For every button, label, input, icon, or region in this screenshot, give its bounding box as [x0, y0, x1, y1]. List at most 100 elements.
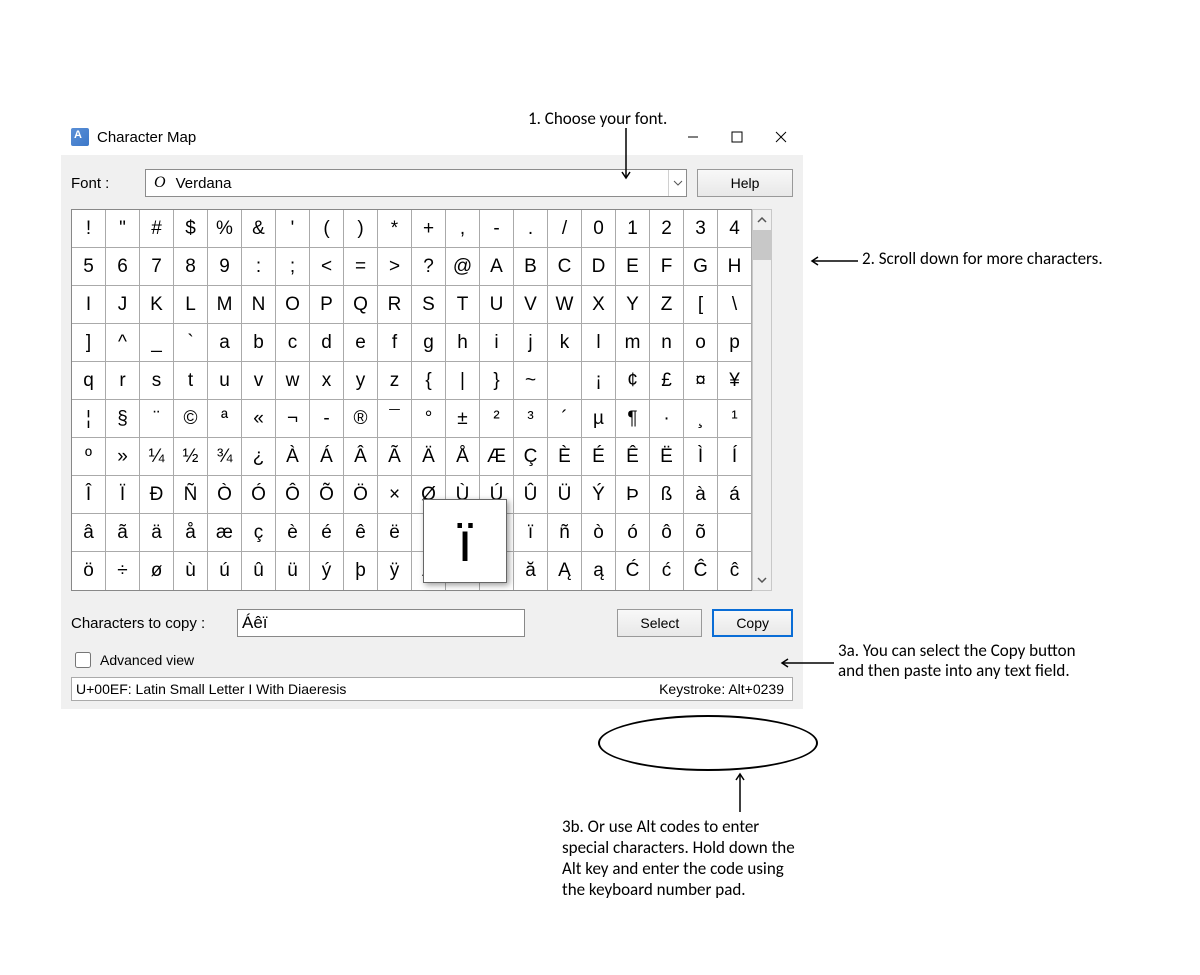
- character-cell[interactable]: o: [684, 324, 718, 362]
- character-cell[interactable]: Û: [514, 476, 548, 514]
- character-cell[interactable]: Y: [616, 286, 650, 324]
- character-cell[interactable]: v: [242, 362, 276, 400]
- maximize-button[interactable]: [715, 122, 759, 152]
- character-cell[interactable]: O: [276, 286, 310, 324]
- character-cell[interactable]: =: [344, 248, 378, 286]
- character-cell[interactable]: Ì: [684, 438, 718, 476]
- characters-to-copy-input[interactable]: [237, 609, 525, 637]
- character-cell[interactable]: D: [582, 248, 616, 286]
- character-cell[interactable]: £: [650, 362, 684, 400]
- character-cell[interactable]: ë: [378, 514, 412, 552]
- character-cell[interactable]: /: [548, 210, 582, 248]
- character-cell[interactable]: Å: [446, 438, 480, 476]
- character-cell[interactable]: û: [242, 552, 276, 590]
- character-cell[interactable]: 2: [650, 210, 684, 248]
- character-cell[interactable]: µ: [582, 400, 616, 438]
- character-cell[interactable]: t: [174, 362, 208, 400]
- character-cell[interactable]: º: [72, 438, 106, 476]
- character-cell[interactable]: ¶: [616, 400, 650, 438]
- character-cell[interactable]: x: [310, 362, 344, 400]
- character-cell[interactable]: ^: [106, 324, 140, 362]
- character-cell[interactable]: È: [548, 438, 582, 476]
- character-cell[interactable]: d: [310, 324, 344, 362]
- character-cell[interactable]: ć: [650, 552, 684, 590]
- character-cell[interactable]: ]: [72, 324, 106, 362]
- character-cell[interactable]: <: [310, 248, 344, 286]
- character-cell[interactable]: 4: [718, 210, 752, 248]
- character-cell[interactable]: Ç: [514, 438, 548, 476]
- scroll-track[interactable]: [753, 230, 771, 570]
- character-cell[interactable]: ±: [446, 400, 480, 438]
- scroll-down-button[interactable]: [753, 570, 771, 590]
- character-cell[interactable]: Ó: [242, 476, 276, 514]
- character-cell[interactable]: ×: [378, 476, 412, 514]
- character-cell[interactable]: N: [242, 286, 276, 324]
- character-cell[interactable]: 5: [72, 248, 106, 286]
- character-cell[interactable]: J: [106, 286, 140, 324]
- character-cell[interactable]: $: [174, 210, 208, 248]
- character-cell[interactable]: u: [208, 362, 242, 400]
- character-cell[interactable]: °: [412, 400, 446, 438]
- character-cell[interactable]: %: [208, 210, 242, 248]
- character-cell[interactable]: ç: [242, 514, 276, 552]
- character-cell[interactable]: h: [446, 324, 480, 362]
- character-cell[interactable]: ñ: [548, 514, 582, 552]
- character-cell[interactable]: G: [684, 248, 718, 286]
- character-cell[interactable]: ?: [412, 248, 446, 286]
- character-cell[interactable]: ê: [344, 514, 378, 552]
- character-cell[interactable]: Ô: [276, 476, 310, 514]
- minimize-button[interactable]: [671, 122, 715, 152]
- character-cell[interactable]: #: [140, 210, 174, 248]
- character-cell[interactable]: 9: [208, 248, 242, 286]
- character-cell[interactable]: å: [174, 514, 208, 552]
- character-cell[interactable]: Z: [650, 286, 684, 324]
- character-cell[interactable]: !: [72, 210, 106, 248]
- character-cell[interactable]: ': [276, 210, 310, 248]
- character-cell[interactable]: é: [310, 514, 344, 552]
- character-cell[interactable]: ¿: [242, 438, 276, 476]
- character-cell[interactable]: 0: [582, 210, 616, 248]
- character-cell[interactable]: p: [718, 324, 752, 362]
- character-cell[interactable]: â: [72, 514, 106, 552]
- character-cell[interactable]: +: [412, 210, 446, 248]
- character-cell[interactable]: Ä: [412, 438, 446, 476]
- character-cell[interactable]: }: [480, 362, 514, 400]
- character-cell[interactable]: L: [174, 286, 208, 324]
- character-cell[interactable]: ²: [480, 400, 514, 438]
- character-cell[interactable]: z: [378, 362, 412, 400]
- character-cell[interactable]: ®: [344, 400, 378, 438]
- scrollbar[interactable]: [752, 209, 772, 591]
- character-cell[interactable]: ¡: [582, 362, 616, 400]
- character-cell[interactable]: >: [378, 248, 412, 286]
- character-cell[interactable]: |: [446, 362, 480, 400]
- character-cell[interactable]: Ê: [616, 438, 650, 476]
- character-cell[interactable]: ý: [310, 552, 344, 590]
- character-cell[interactable]: `: [174, 324, 208, 362]
- character-cell[interactable]: M: [208, 286, 242, 324]
- character-cell[interactable]: Ą: [548, 552, 582, 590]
- character-cell[interactable]: ½: [174, 438, 208, 476]
- character-cell[interactable]: Á: [310, 438, 344, 476]
- character-cell[interactable]: r: [106, 362, 140, 400]
- character-cell[interactable]: ¢: [616, 362, 650, 400]
- character-cell[interactable]: f: [378, 324, 412, 362]
- character-cell[interactable]: ò: [582, 514, 616, 552]
- character-cell[interactable]: ø: [140, 552, 174, 590]
- character-cell[interactable]: ": [106, 210, 140, 248]
- character-cell[interactable]: §: [106, 400, 140, 438]
- advanced-view-checkbox[interactable]: [75, 652, 91, 668]
- character-cell[interactable]: ă: [514, 552, 548, 590]
- character-cell[interactable]: Ò: [208, 476, 242, 514]
- character-cell[interactable]: {: [412, 362, 446, 400]
- select-button[interactable]: Select: [617, 609, 702, 637]
- character-cell[interactable]: á: [718, 476, 752, 514]
- character-cell[interactable]: ï: [514, 514, 548, 552]
- character-cell[interactable]: E: [616, 248, 650, 286]
- character-cell[interactable]: K: [140, 286, 174, 324]
- character-cell[interactable]: s: [140, 362, 174, 400]
- character-cell[interactable]: ¤: [684, 362, 718, 400]
- character-cell[interactable]: ó: [616, 514, 650, 552]
- character-cell[interactable]: æ: [208, 514, 242, 552]
- character-cell[interactable]: w: [276, 362, 310, 400]
- character-cell[interactable]: &: [242, 210, 276, 248]
